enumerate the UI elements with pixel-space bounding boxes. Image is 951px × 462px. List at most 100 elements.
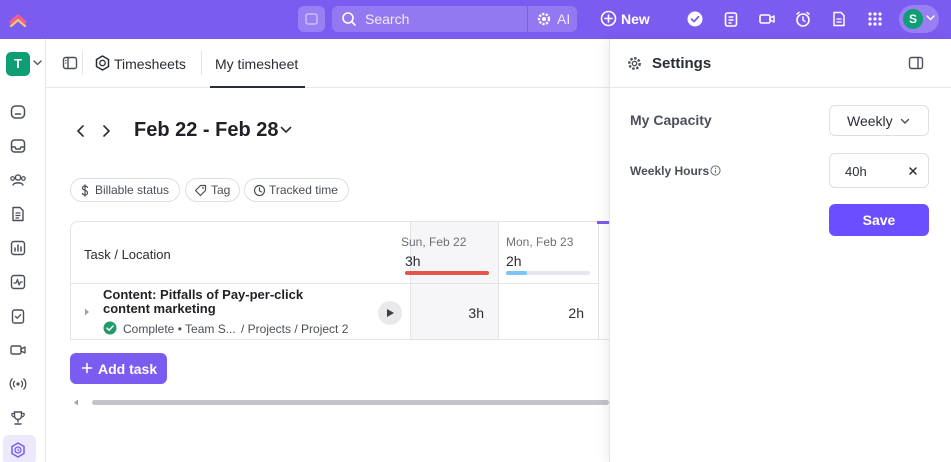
weekly-hours-value: 40h: [845, 164, 867, 179]
clear-icon[interactable]: [908, 166, 918, 176]
video-icon[interactable]: [758, 10, 776, 28]
settings-panel: Settings My Capacity Weekly Weekly Hours…: [609, 39, 951, 462]
document-icon[interactable]: [830, 10, 848, 28]
play-timer-button[interactable]: [378, 301, 402, 325]
team-label: Team S...: [185, 322, 236, 336]
add-task-label: Add task: [98, 361, 158, 377]
avatar: S: [903, 9, 923, 29]
day-column-mon: Mon, Feb 23 2h 2h: [499, 222, 599, 339]
search-icon: [341, 11, 357, 27]
weekly-hours-input[interactable]: 40h: [829, 153, 929, 188]
chevron-down-icon: [900, 118, 910, 125]
divider: [82, 51, 83, 75]
left-rail: T: [0, 39, 46, 462]
info-icon[interactable]: [710, 165, 721, 176]
folder-icon[interactable]: [298, 6, 325, 32]
chip-label: Tag: [211, 183, 231, 197]
task-title[interactable]: Content: Pitfalls of Pay-per-click conte…: [103, 288, 333, 316]
tag-icon: [194, 184, 207, 197]
status-label: Complete: [123, 322, 175, 336]
clipboard-icon[interactable]: [722, 10, 740, 28]
view-header: Timesheets My timesheet: [46, 39, 609, 88]
column-header-label: Task / Location: [84, 247, 171, 262]
chevron-down-icon[interactable]: [280, 126, 292, 134]
workspace-avatar[interactable]: T: [6, 52, 30, 76]
time-cell-value: 2h: [568, 305, 584, 321]
add-task-button[interactable]: Add task: [70, 353, 167, 384]
tab-my-timesheet[interactable]: My timesheet: [210, 39, 305, 88]
task-status: Complete • Team S...: [123, 322, 236, 336]
sidebar-toggle-icon[interactable]: [62, 55, 78, 71]
capacity-label: My Capacity: [630, 112, 712, 128]
dashboard-icon[interactable]: [9, 239, 27, 257]
day-name: Mon, Feb 23: [506, 235, 574, 249]
day-name: Sun, Feb 22: [401, 235, 467, 249]
divider: [201, 51, 202, 75]
task-path: / Projects / Project 2: [241, 322, 349, 336]
user-menu[interactable]: S: [899, 5, 939, 33]
caret-right-icon[interactable]: [84, 308, 90, 316]
day-capacity-fill: [506, 271, 527, 275]
chip-label: Billable status: [95, 183, 170, 197]
scrollbar-thumb[interactable]: [92, 400, 609, 405]
timesheet-table: Task / Location Sun, Feb 22 3h 3h Mon, F…: [70, 221, 609, 340]
table-row[interactable]: Content: Pitfalls of Pay-per-click conte…: [71, 284, 411, 339]
apps-grid-icon[interactable]: [866, 10, 884, 28]
new-label: New: [621, 11, 650, 27]
pulse-icon[interactable]: [9, 273, 27, 291]
clickup-logo-icon[interactable]: [8, 9, 28, 29]
breadcrumb-label: Timesheets: [114, 56, 186, 72]
day-column-sun: Sun, Feb 22 3h 3h: [401, 222, 499, 339]
collapse-panel-icon[interactable]: [908, 55, 924, 71]
alarm-clock-icon[interactable]: [794, 10, 812, 28]
horizontal-scrollbar[interactable]: [70, 396, 609, 408]
search-placeholder: Search: [365, 11, 410, 27]
chevron-left-icon[interactable]: [74, 123, 88, 139]
broadcast-icon[interactable]: [9, 375, 27, 393]
date-range-label[interactable]: Feb 22 - Feb 28: [134, 119, 279, 142]
column-header-task: Task / Location: [71, 222, 411, 284]
home-icon[interactable]: [9, 103, 27, 121]
team-icon[interactable]: [9, 171, 27, 189]
filter-billable-status[interactable]: Billable status: [70, 178, 180, 202]
chevron-right-icon[interactable]: [99, 123, 113, 139]
top-bar: Search AI New S: [0, 0, 951, 39]
trophy-icon[interactable]: [9, 409, 27, 427]
time-cell[interactable]: 3h: [411, 284, 498, 339]
day-capacity-bar: [405, 271, 489, 275]
filter-tag[interactable]: Tag: [185, 178, 240, 202]
filter-tracked-time[interactable]: Tracked time: [244, 178, 349, 202]
settings-title: Settings: [652, 55, 712, 72]
save-button[interactable]: Save: [829, 204, 929, 236]
time-cell[interactable]: 2h: [499, 284, 598, 339]
play-icon: [387, 309, 394, 317]
plus-circle-icon: [600, 10, 617, 27]
scroll-left-icon[interactable]: [73, 399, 79, 406]
chevron-down-icon: [926, 15, 935, 21]
day-header: Mon, Feb 23 2h: [499, 222, 598, 284]
search-bar[interactable]: Search: [332, 6, 527, 32]
tab-label: My timesheet: [215, 56, 299, 72]
clipboard-check-icon[interactable]: [9, 307, 27, 325]
day-capacity-fill: [405, 271, 489, 275]
ai-label: AI: [557, 11, 571, 27]
column-highlight: [597, 221, 609, 224]
video-icon[interactable]: [9, 341, 27, 359]
capacity-value: Weekly: [847, 113, 893, 129]
clock-icon: [253, 184, 266, 197]
chevron-down-icon[interactable]: [33, 60, 42, 66]
docs-icon[interactable]: [9, 205, 27, 223]
gear-icon: [626, 55, 643, 72]
inbox-icon[interactable]: [9, 137, 27, 155]
capacity-select[interactable]: Weekly: [829, 105, 929, 136]
day-header: Sun, Feb 22 3h: [401, 222, 498, 284]
time-cell-value: 3h: [468, 305, 484, 321]
day-total: 3h: [405, 253, 421, 269]
ai-button[interactable]: AI: [528, 6, 577, 32]
day-total: 2h: [506, 253, 522, 269]
timesheet-icon[interactable]: [9, 441, 27, 459]
settings-header: Settings: [610, 39, 951, 88]
day-capacity-bar: [506, 271, 590, 275]
check-circle-icon[interactable]: [686, 10, 704, 28]
dollar-icon: [79, 184, 91, 197]
